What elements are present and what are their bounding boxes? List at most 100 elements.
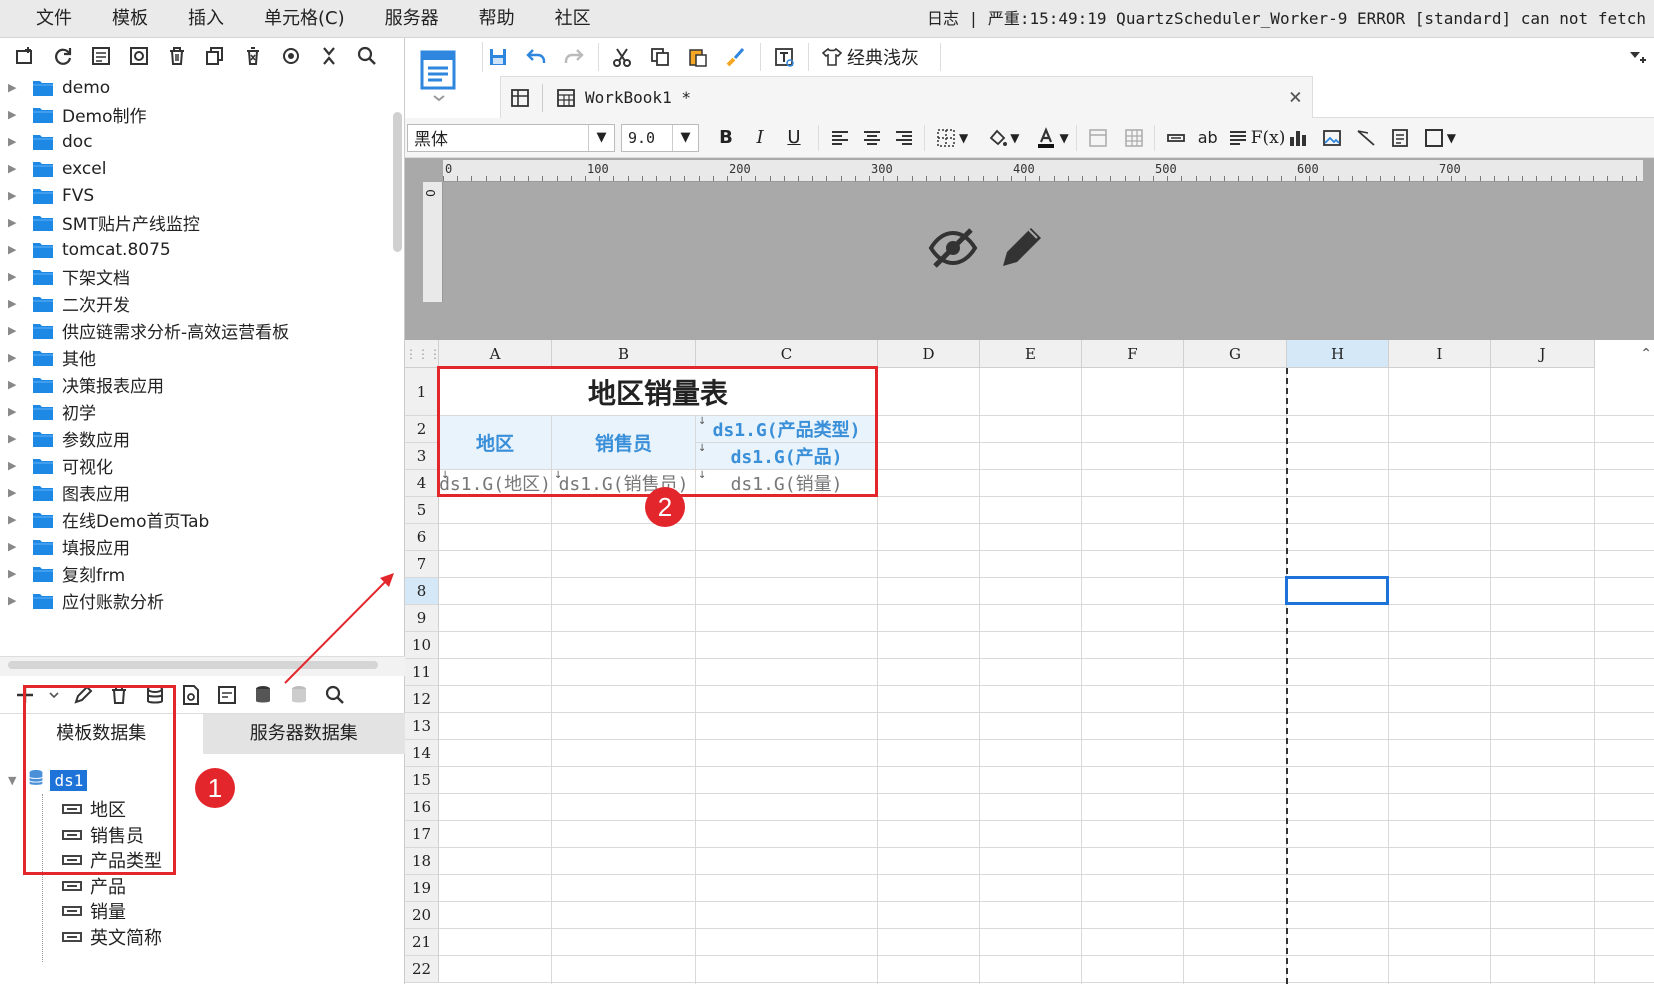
dataset-field[interactable]: 销量 [62, 898, 126, 924]
column-header[interactable]: H [1287, 340, 1389, 368]
tree-scrollbar[interactable] [392, 78, 404, 252]
sql-icon[interactable] [214, 682, 240, 708]
row-header[interactable]: 1 [405, 368, 439, 416]
save-icon[interactable] [485, 44, 511, 70]
italic-button[interactable]: I [743, 127, 777, 148]
expand-arrow-icon[interactable]: ▶ [8, 162, 18, 175]
text-box-icon[interactable] [771, 44, 797, 70]
expand-arrow-icon[interactable]: ▶ [8, 351, 18, 364]
row-header[interactable]: 21 [405, 929, 439, 956]
font-select[interactable]: 黑体 ▼ [407, 123, 615, 152]
bold-button[interactable]: B [709, 127, 743, 148]
row-header[interactable]: 15 [405, 767, 439, 794]
row-header[interactable]: 6 [405, 524, 439, 551]
refresh-icon[interactable] [50, 43, 76, 69]
expand-arrow-icon[interactable]: ▶ [8, 378, 18, 391]
tree-folder[interactable]: ▶ doc [0, 128, 392, 155]
theme-label[interactable]: 经典浅灰 [847, 44, 919, 70]
row-header[interactable]: 4 [405, 470, 439, 497]
new-folder-icon[interactable] [12, 43, 38, 69]
row-header[interactable]: 8 [405, 578, 439, 605]
column-header[interactable]: F [1082, 340, 1184, 368]
expand-arrow-icon[interactable]: ▶ [8, 216, 18, 229]
column-header[interactable]: A [439, 340, 552, 368]
text-ab-button[interactable]: ab [1191, 128, 1225, 147]
subreport-icon[interactable] [1387, 125, 1413, 151]
expand-arrow-icon[interactable]: ▶ [8, 324, 18, 337]
frame-icon[interactable] [1421, 125, 1447, 151]
row-header[interactable]: 19 [405, 875, 439, 902]
menu-insert[interactable]: 插入 [168, 0, 244, 38]
tree-folder[interactable]: ▶ 其他 [0, 344, 392, 371]
expand-arrow-icon[interactable]: ▼ [8, 774, 16, 787]
tree-folder[interactable]: ▶ 在线Demo首页Tab [0, 506, 392, 533]
chevron-down-icon[interactable]: ▼ [1447, 131, 1456, 145]
row-header[interactable]: 3 [405, 443, 439, 470]
tree-folder[interactable]: ▶ 填报应用 [0, 533, 392, 560]
search-dataset-icon[interactable] [322, 682, 348, 708]
column-header[interactable]: C [696, 340, 878, 368]
locate-icon[interactable] [278, 43, 304, 69]
chevron-down-icon[interactable]: ▼ [1059, 131, 1068, 145]
menu-help[interactable]: 帮助 [459, 0, 535, 38]
column-header[interactable]: B [552, 340, 696, 368]
expand-arrow-icon[interactable]: ▶ [8, 297, 18, 310]
row-header[interactable]: 13 [405, 713, 439, 740]
chevron-down-icon[interactable]: ▼ [959, 131, 968, 145]
row-header[interactable]: 10 [405, 632, 439, 659]
column-header[interactable]: G [1184, 340, 1287, 368]
close-icon[interactable]: × [1289, 85, 1302, 110]
copy-icon[interactable] [202, 43, 228, 69]
expand-arrow-icon[interactable]: ▶ [8, 108, 18, 121]
align-right-icon[interactable] [891, 125, 917, 151]
align-center-icon[interactable] [859, 125, 885, 151]
menu-cell[interactable]: 单元格(C) [244, 0, 365, 38]
bar-chart-icon[interactable] [1285, 125, 1311, 151]
split-cells-icon[interactable] [1121, 125, 1147, 151]
tree-folder[interactable]: ▶ 可视化 [0, 452, 392, 479]
tree-folder[interactable]: ▶ Demo制作 [0, 101, 392, 128]
expand-arrow-icon[interactable]: ▶ [8, 486, 18, 499]
font-color-icon[interactable] [1033, 125, 1059, 151]
row-header[interactable]: 12 [405, 686, 439, 713]
expand-arrow-icon[interactable]: ▶ [8, 189, 18, 202]
column-header[interactable]: E [980, 340, 1082, 368]
fill-color-icon[interactable] [984, 125, 1010, 151]
expand-arrow-icon[interactable]: ▶ [8, 594, 18, 607]
tree-folder[interactable]: ▶ 二次开发 [0, 290, 392, 317]
format-brush-icon[interactable] [723, 44, 749, 70]
row-header[interactable]: 16 [405, 794, 439, 821]
hide-icon[interactable] [927, 226, 979, 274]
row-header[interactable]: 18 [405, 848, 439, 875]
row-header[interactable]: 2 [405, 416, 439, 443]
copy-toolbar-icon[interactable] [647, 44, 673, 70]
expand-arrow-icon[interactable]: ▶ [8, 540, 18, 553]
tab-server-dataset[interactable]: 服务器数据集 [202, 714, 405, 754]
chevron-down-icon[interactable]: ▼ [1010, 131, 1019, 145]
log-message[interactable]: 日志 | 严重:15:49:19 QuartzScheduler_Worker-… [927, 0, 1646, 38]
panel-toggle-icon[interactable] [1624, 44, 1650, 70]
tree-folder[interactable]: ▶ FVS [0, 182, 392, 209]
tab-workbook1[interactable]: WorkBook1 * × [500, 76, 1313, 118]
edit-pencil-icon[interactable] [997, 222, 1045, 276]
scroll-up-icon[interactable]: ⌃ [1640, 346, 1652, 362]
select-all-corner[interactable]: ⋮⋮⋮ [405, 340, 441, 368]
expand-arrow-icon[interactable]: ▶ [8, 405, 18, 418]
tree-folder[interactable]: ▶ excel [0, 155, 392, 182]
column-header[interactable]: J [1491, 340, 1595, 368]
server-db-icon[interactable] [250, 682, 276, 708]
property-icon[interactable] [88, 43, 114, 69]
tree-folder[interactable]: ▶ 初学 [0, 398, 392, 425]
row-header[interactable]: 20 [405, 902, 439, 929]
cell-settings-icon[interactable] [126, 43, 152, 69]
row-header[interactable]: 22 [405, 956, 439, 983]
chevron-down-icon[interactable]: ▼ [588, 124, 614, 151]
expand-arrow-icon[interactable]: ▶ [8, 81, 18, 94]
column-header[interactable]: I [1389, 340, 1491, 368]
paste-icon[interactable] [685, 44, 711, 70]
underline-button[interactable]: U [777, 127, 811, 148]
expand-arrow-icon[interactable]: ▶ [8, 459, 18, 472]
tree-folder[interactable]: ▶ demo [0, 74, 392, 101]
collapse-icon[interactable] [316, 43, 342, 69]
tree-folder[interactable]: ▶ 下架文档 [0, 263, 392, 290]
